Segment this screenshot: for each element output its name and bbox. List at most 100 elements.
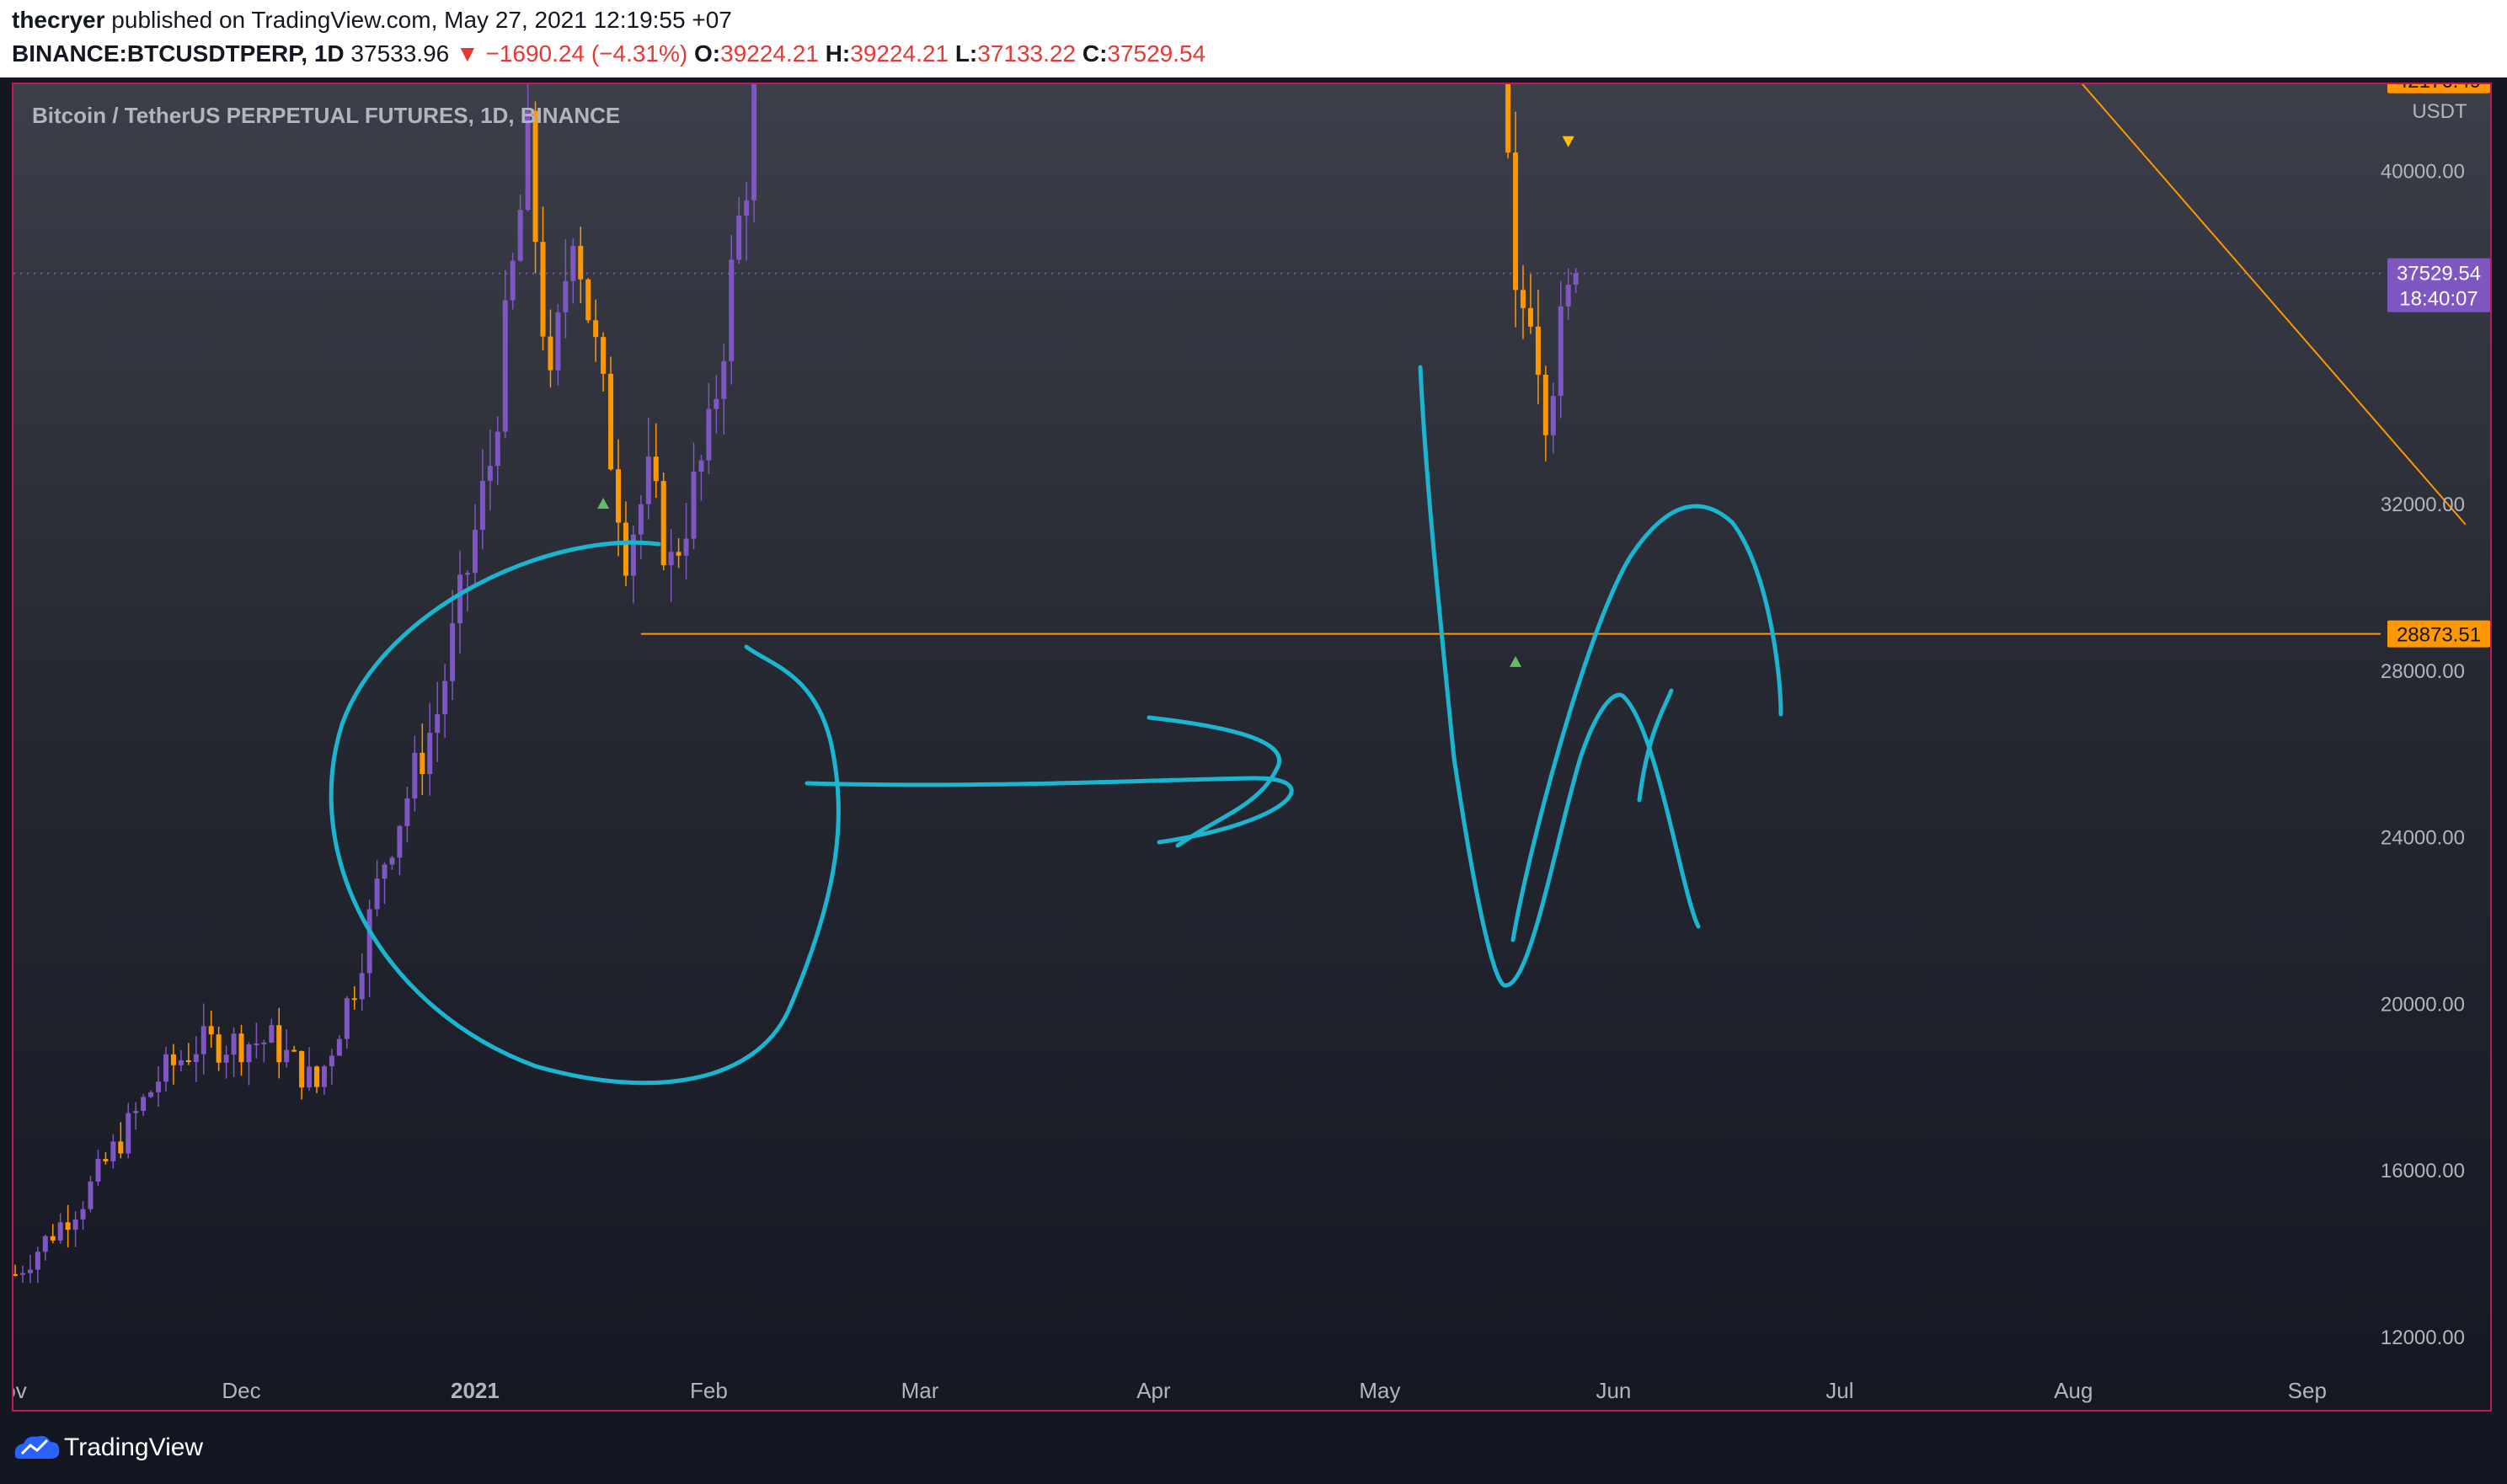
bar-countdown-label: 18:40:07 (2399, 288, 2478, 311)
candle-body (314, 1066, 319, 1087)
candle-body (1521, 290, 1526, 308)
candle-body (299, 1050, 305, 1088)
publish-info: thecryer published on TradingView.com, M… (12, 7, 732, 34)
open-value: 39224.21 (720, 40, 819, 67)
candle-body (216, 1034, 222, 1063)
freehand-annotation[interactable] (1510, 504, 1783, 942)
price-axis-unit: USDT (2412, 100, 2467, 123)
freehand-annotation[interactable] (804, 776, 1294, 845)
candle-body (329, 1055, 334, 1067)
candle-body (13, 1273, 18, 1276)
candle-body (548, 336, 553, 371)
time-axis-tick-label: Apr (1136, 1378, 1171, 1403)
candle-body (660, 481, 666, 566)
candle-body (729, 259, 735, 361)
candle-body (148, 1092, 154, 1097)
candle-body (126, 1113, 131, 1154)
last-price: 37533.96 (350, 40, 450, 67)
time-axis-tick-label: Mar (901, 1378, 939, 1403)
freehand-annotation[interactable] (1418, 365, 1701, 988)
candle-body (50, 1236, 56, 1241)
time-axis-tick-label: ov (13, 1378, 27, 1403)
candle-body (42, 1236, 48, 1252)
candle-body (450, 623, 456, 681)
low-value: 37133.22 (977, 40, 1077, 67)
trendline[interactable] (1252, 84, 2467, 526)
candle-body (623, 522, 628, 576)
candle-body (744, 200, 750, 216)
price-chart[interactable]: HERE HOTHERE WARM72000.0068000.0064000.0… (13, 84, 2490, 1410)
candle-body (736, 216, 742, 260)
candle-body (291, 1049, 297, 1052)
candle-body (487, 466, 493, 482)
buy-signal-marker (1510, 655, 1522, 667)
time-axis-tick-label: Aug (2054, 1378, 2093, 1403)
candle-body (57, 1222, 63, 1241)
candle-body (420, 752, 425, 775)
candle-body (517, 210, 523, 261)
candle-body (359, 973, 365, 1000)
price-axis-tick-label: 12000.00 (2381, 1327, 2465, 1349)
candle-body (563, 280, 569, 312)
candle-body (1542, 374, 1548, 435)
symbol-ohlc-line: BINANCE:BTCUSDTPERP, 1D 37533.96 ▼ −1690… (12, 40, 1205, 67)
candle-body (676, 552, 682, 556)
chart-title: Bitcoin / TetherUS PERPETUAL FUTURES, 1D… (32, 103, 621, 128)
time-axis-tick-label: Jun (1596, 1378, 1631, 1403)
candle-body (1558, 306, 1564, 397)
time-axis-tick-label: Dec (222, 1378, 260, 1403)
close-label: C: (1082, 40, 1108, 67)
candle-body (1535, 326, 1541, 375)
price-axis-tick-label: 24000.00 (2381, 827, 2465, 850)
tradingview-brand[interactable]: TradingView (64, 1433, 203, 1462)
chart-panel[interactable]: HERE HOTHERE WARM72000.0068000.0064000.0… (12, 83, 2492, 1412)
candle-body (578, 245, 584, 280)
time-axis-tick-label: Jul (1825, 1378, 1853, 1403)
high-label: H: (825, 40, 851, 67)
tradingview-logo-icon[interactable] (10, 1430, 64, 1464)
candle-body (185, 1060, 191, 1063)
candle-body (721, 360, 727, 399)
symbol-label: BINANCE:BTCUSDTPERP, 1D (12, 40, 345, 67)
candle-body (706, 408, 712, 461)
candle-body (1513, 152, 1519, 291)
candle-body (397, 825, 403, 858)
price-axis-tick-label: 28000.00 (2381, 660, 2465, 683)
candle-body (1505, 84, 1511, 153)
candle-body (110, 1141, 116, 1161)
candle-body (532, 110, 538, 243)
author-name[interactable]: thecryer (12, 7, 105, 33)
candle-body (170, 1054, 176, 1065)
candle-body (178, 1060, 184, 1065)
candle-body (645, 456, 651, 504)
candle-body (479, 481, 485, 531)
candle-body (238, 1033, 244, 1063)
level-price-label: 28873.51 (2397, 624, 2481, 647)
sell-signal-marker (1562, 136, 1574, 147)
candle-body (412, 752, 418, 798)
price-axis-tick-label: 16000.00 (2381, 1160, 2465, 1182)
candle-body (691, 471, 697, 539)
candle-body (336, 1038, 342, 1056)
candle-body (118, 1141, 124, 1154)
candle-body (103, 1159, 109, 1161)
candle-body (35, 1252, 40, 1270)
publish-header: thecryer published on TradingView.com, M… (0, 0, 2507, 77)
time-axis-tick-label: May (1359, 1378, 1400, 1403)
candle-body (27, 1269, 33, 1273)
time-axis-tick-label: Sep (2288, 1378, 2327, 1403)
candle-body (200, 1026, 206, 1054)
candle-body (223, 1054, 229, 1063)
candle-body (344, 998, 350, 1039)
candle-body (307, 1066, 313, 1088)
candle-body (366, 909, 372, 974)
open-label: O: (694, 40, 721, 67)
close-value: 37529.54 (1107, 40, 1206, 67)
candle-body (494, 431, 500, 467)
published-text: published on TradingView.com, May 27, 20… (111, 7, 732, 33)
candle-body (133, 1111, 139, 1113)
candle-body (698, 460, 704, 472)
candle-body (246, 1044, 252, 1063)
candle-body (321, 1066, 327, 1087)
freehand-annotation[interactable] (1637, 688, 1674, 803)
